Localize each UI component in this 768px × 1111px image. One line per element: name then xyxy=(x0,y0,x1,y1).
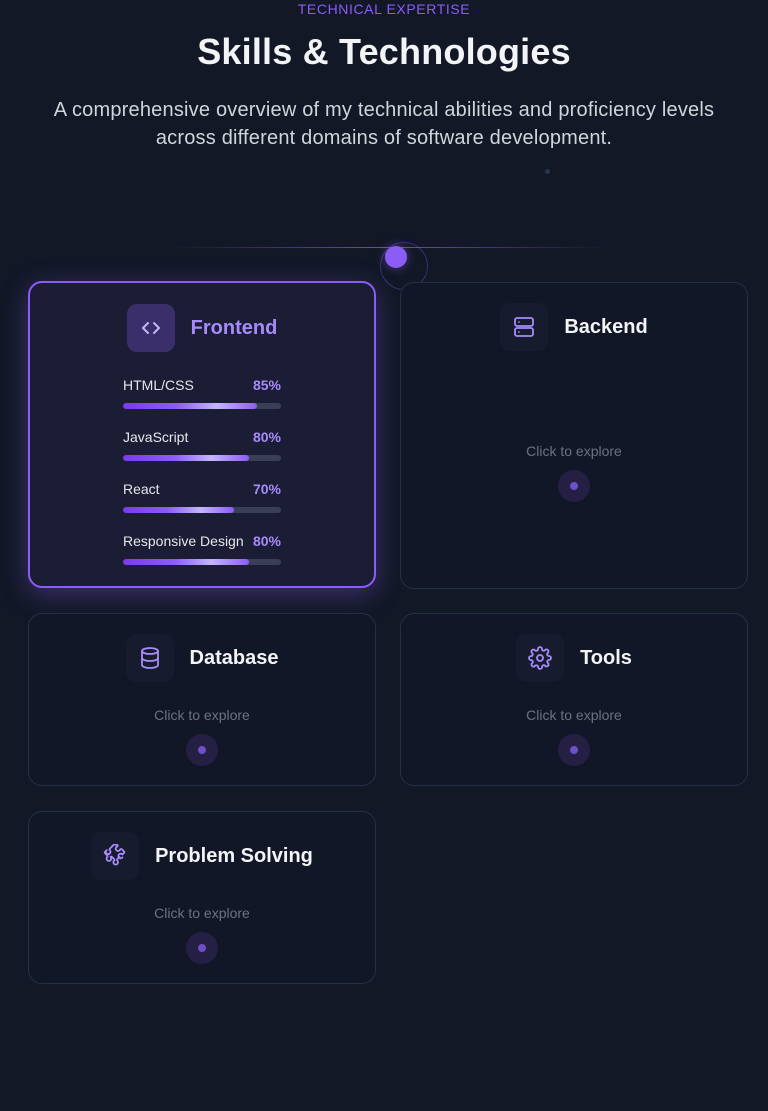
skill-card-database[interactable]: Database Click to explore xyxy=(28,613,376,786)
section-eyebrow: TECHNICAL EXPERTISE xyxy=(297,1,471,17)
card-title: Tools xyxy=(580,646,632,669)
explore-hint: Click to explore xyxy=(154,707,250,723)
skill-percent: 85% xyxy=(252,377,281,393)
skill-name: Responsive Design xyxy=(123,533,244,549)
slider-knob[interactable] xyxy=(385,246,407,268)
gear-icon xyxy=(516,634,565,682)
skill-progress-fill xyxy=(123,507,234,513)
skill-card-tools[interactable]: Tools Click to explore xyxy=(400,613,748,786)
skill-name: JavaScript xyxy=(123,429,189,445)
skill-card-frontend[interactable]: Frontend HTML/CSS 85% JavaScript 80% Rea… xyxy=(28,281,376,588)
card-title: Problem Solving xyxy=(155,844,313,867)
skill-item: Responsive Design 80% xyxy=(123,533,281,565)
code-icon xyxy=(126,304,175,352)
skill-progress-fill xyxy=(123,559,250,565)
background-dot xyxy=(545,169,550,174)
skill-name: HTML/CSS xyxy=(123,377,194,393)
explore-hint: Click to explore xyxy=(526,443,622,459)
explore-indicator xyxy=(558,734,590,766)
skill-progress-track xyxy=(123,507,281,513)
skill-percent: 80% xyxy=(252,533,281,549)
database-icon xyxy=(125,634,174,682)
page-subtitle: A comprehensive overview of my technical… xyxy=(53,99,715,149)
page-title: Skills & Technologies xyxy=(197,31,571,72)
puzzle-icon xyxy=(91,832,140,880)
skill-card-problem-solving[interactable]: Problem Solving Click to explore xyxy=(28,811,376,984)
card-title: Frontend xyxy=(190,316,278,339)
skill-card-backend[interactable]: Backend Click to explore xyxy=(400,282,748,589)
skill-item: HTML/CSS 85% xyxy=(123,377,281,409)
card-title: Database xyxy=(189,646,279,669)
skill-item: JavaScript 80% xyxy=(123,429,281,461)
skill-progress-track xyxy=(123,559,281,565)
skill-name: React xyxy=(123,481,160,497)
card-title: Backend xyxy=(564,315,648,338)
explore-hint: Click to explore xyxy=(526,707,622,723)
explore-indicator xyxy=(186,734,218,766)
skill-progress-track xyxy=(123,403,281,409)
explore-indicator xyxy=(186,932,218,964)
explore-indicator xyxy=(558,470,590,502)
explore-hint: Click to explore xyxy=(154,905,250,921)
skill-percent: 70% xyxy=(252,481,281,497)
skill-progress-fill xyxy=(123,403,258,409)
skill-progress-track xyxy=(123,455,281,461)
skill-progress-fill xyxy=(123,455,250,461)
server-icon xyxy=(500,303,549,351)
skill-percent: 80% xyxy=(252,429,281,445)
skill-item: React 70% xyxy=(123,481,281,513)
